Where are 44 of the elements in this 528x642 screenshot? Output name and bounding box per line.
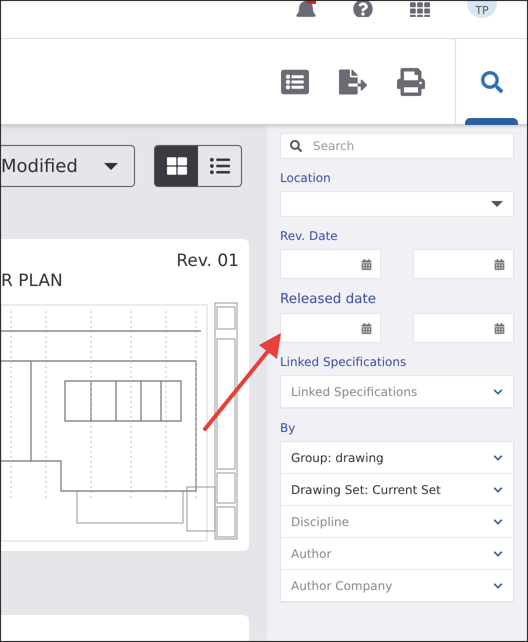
search-field[interactable]: Search (280, 133, 514, 159)
linked-specifications-dropdown[interactable]: Linked Specifications (281, 376, 513, 408)
filter-dropdown[interactable]: Group: drawing (281, 442, 513, 474)
caret-icon (104, 162, 118, 170)
user-avatar[interactable]: TP (467, 1, 497, 18)
export-icon[interactable] (339, 68, 367, 96)
chevron-icon (493, 548, 503, 558)
search-icon (290, 140, 302, 152)
chevron-icon (493, 580, 503, 590)
calendar-icon (494, 322, 505, 334)
by-label: By (280, 421, 296, 435)
chevron-icon (493, 484, 503, 494)
revision-label: Rev. 01 (176, 251, 239, 271)
chevron-icon (493, 452, 503, 462)
help-icon[interactable] (353, 1, 373, 17)
released-date-label: Released date (280, 291, 378, 307)
drawing-title: R PLAN (1, 271, 64, 291)
chevron-icon (493, 516, 503, 526)
list-view-icon[interactable] (281, 68, 309, 96)
filter-dropdown[interactable]: Author Company (281, 570, 513, 602)
linked-specifications-label: Linked Specifications (280, 355, 408, 369)
calendar-icon (361, 322, 372, 334)
calendar-icon (494, 258, 505, 270)
list-icon (210, 156, 230, 176)
print-icon[interactable] (397, 68, 425, 96)
sort-dropdown[interactable]: Modified (1, 145, 135, 187)
date-field[interactable] (280, 313, 381, 343)
view-toggle-button[interactable] (155, 146, 198, 186)
caret-icon (491, 201, 503, 207)
search-icon (480, 70, 502, 92)
filter-dropdown[interactable]: Author (281, 538, 513, 570)
date-field[interactable] (413, 249, 514, 279)
calendar-icon (361, 258, 372, 270)
grid-icon (166, 156, 186, 176)
apps-grid-icon[interactable] (410, 1, 430, 17)
filter-dropdown[interactable]: Drawing Set: Current Set (281, 474, 513, 506)
drawing-card[interactable]: Rev. 01 R PLAN (1, 239, 249, 551)
date-field[interactable] (280, 249, 381, 279)
location-label: Location (280, 171, 332, 185)
bell-icon[interactable] (296, 1, 316, 17)
date-field[interactable] (413, 313, 514, 343)
rev-date-label: Rev. Date (280, 229, 339, 243)
chevron-icon (493, 386, 503, 396)
filter-dropdown[interactable]: Discipline (281, 506, 513, 538)
